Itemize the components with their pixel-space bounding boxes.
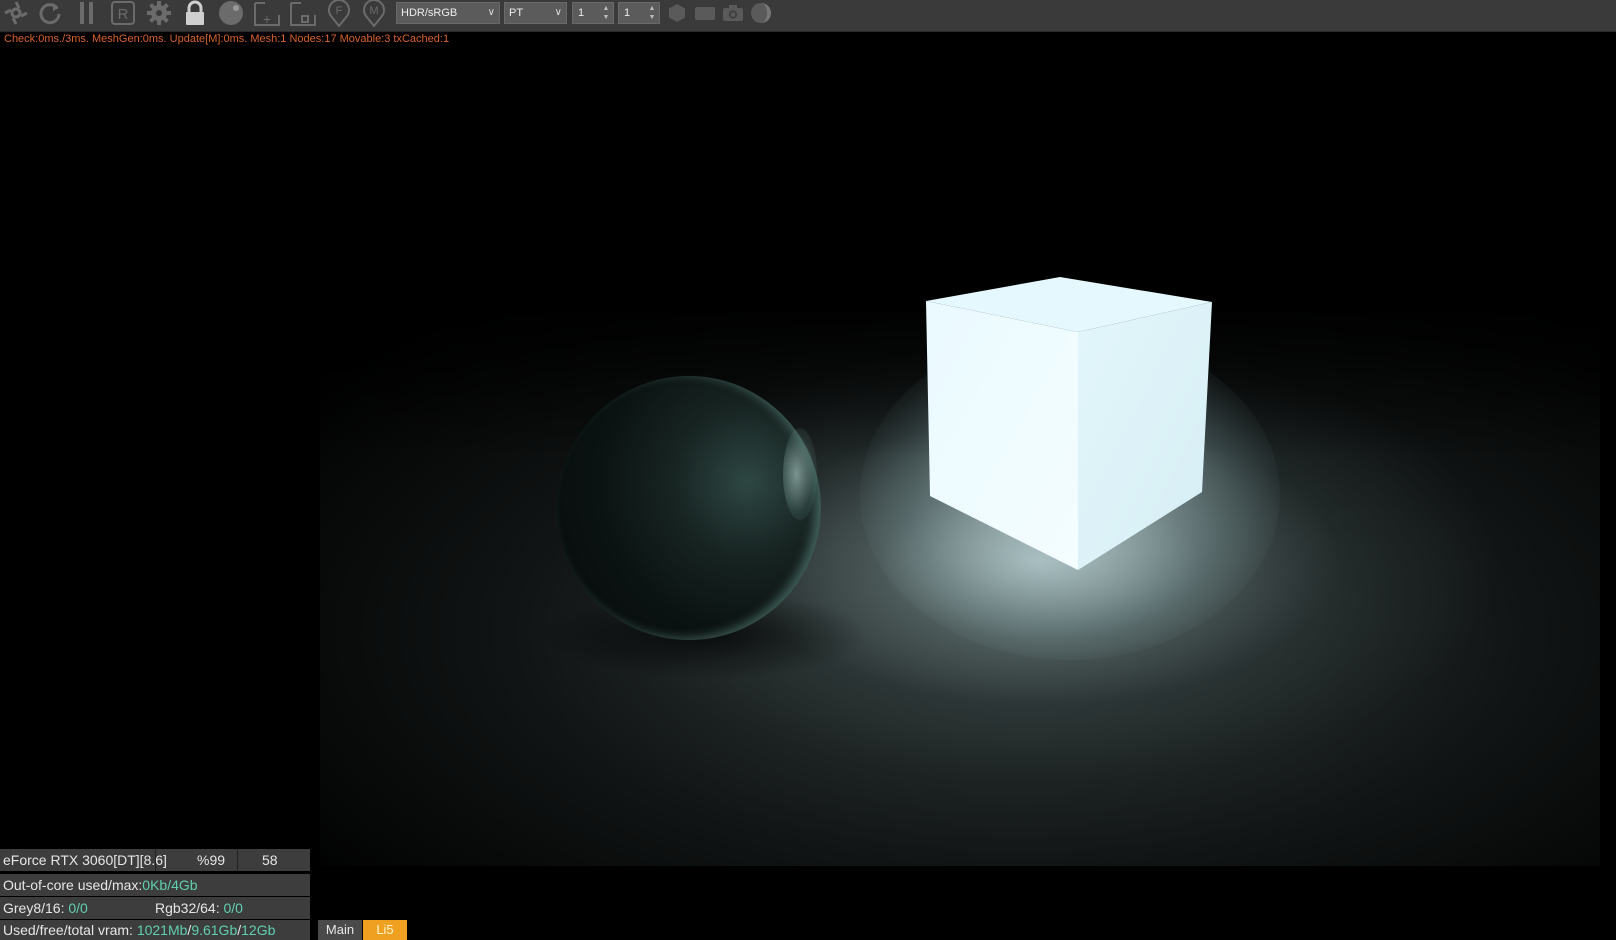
gpu-value: 58	[262, 852, 278, 868]
camera-icon[interactable]	[720, 0, 746, 26]
render-mode-select[interactable]: PT ∨	[504, 2, 567, 24]
vram-used: 1021Mb	[136, 922, 188, 938]
svg-text:M: M	[369, 5, 378, 17]
color-mode-select[interactable]: HDR/sRGB ∨	[396, 2, 500, 24]
out-of-core-row: Out-of-core used/max:0Kb/4Gb	[0, 874, 310, 896]
cube-right-face	[1078, 302, 1212, 570]
frame-icon[interactable]	[288, 0, 318, 26]
refresh-icon[interactable]	[36, 0, 64, 26]
render-viewport[interactable]	[0, 32, 1616, 866]
add-frame-icon[interactable]: +	[252, 0, 282, 27]
lock-icon[interactable]	[182, 0, 208, 26]
ooc-value: 0Kb/4Gb	[142, 877, 198, 893]
rgb-label: Rgb32/64:	[155, 900, 224, 916]
passes-spinbox[interactable]: 1 ▲ ▼	[618, 2, 660, 24]
sphere-icon[interactable]	[216, 0, 246, 26]
pause-icon[interactable]	[76, 0, 98, 26]
svg-text:+: +	[263, 11, 271, 27]
gpu-name: eForce RTX 3060[DT][8.6]	[3, 852, 167, 868]
m-pin-icon[interactable]: M	[360, 0, 388, 27]
hexagon-icon[interactable]	[666, 0, 688, 26]
samples-value: 1	[578, 7, 585, 19]
ooc-label: Out-of-core used/max:	[3, 877, 143, 893]
samples-spinbox[interactable]: 1 ▲ ▼	[572, 2, 614, 24]
gear-icon[interactable]	[144, 0, 174, 26]
texture-row: Grey8/16: 0/0 Rgb32/64: 0/0	[0, 897, 310, 919]
vram-row: Used/free/total vram: 1021Mb/9.61Gb/12Gb	[0, 920, 310, 940]
divider	[155, 849, 156, 871]
gpu-row: eForce RTX 3060[DT][8.6] %99 58	[0, 849, 310, 871]
render-mode-value: PT	[509, 7, 524, 19]
settings-spin-icon[interactable]	[2, 0, 30, 26]
color-mode-value: HDR/sRGB	[401, 7, 458, 19]
passes-value: 1	[624, 7, 631, 19]
tab-main[interactable]: Main	[318, 920, 362, 940]
spin-arrows-icon[interactable]: ▲ ▼	[647, 4, 657, 22]
emissive-cube	[926, 277, 1212, 570]
glossy-sphere	[557, 376, 821, 640]
film-icon[interactable]	[692, 0, 718, 26]
grey-value: 0/0	[68, 900, 88, 916]
r-icon[interactable]: R	[109, 0, 137, 26]
render-toolbar: R + F M HDR/sRGB ∨ PT ∨ 1 ▲ ▼ 1 ▲ ▼	[0, 0, 1616, 32]
svg-text:R: R	[118, 6, 129, 23]
tab-li5[interactable]: Li5	[363, 920, 407, 940]
vram-total: 12Gb	[241, 922, 276, 938]
divider	[237, 849, 238, 871]
gpu-percent: %99	[197, 852, 226, 868]
stats-line: Check:0ms./3ms. MeshGen:0ms. Update[M]:0…	[4, 33, 450, 45]
cube-left-face	[926, 301, 1078, 570]
vram-label: Used/free/total vram:	[3, 922, 137, 938]
spin-arrows-icon[interactable]: ▲ ▼	[601, 4, 611, 22]
grey-label: Grey8/16:	[3, 900, 69, 916]
sphere-highlight	[783, 428, 817, 520]
chevron-down-icon: ∨	[554, 7, 562, 18]
rgb-value: 0/0	[223, 900, 243, 916]
svg-text:F: F	[336, 5, 343, 17]
chevron-down-icon: ∨	[487, 7, 495, 18]
material-ball-icon[interactable]	[748, 0, 774, 26]
f-pin-icon[interactable]: F	[325, 0, 353, 27]
vram-free: 9.61Gb	[191, 922, 238, 938]
